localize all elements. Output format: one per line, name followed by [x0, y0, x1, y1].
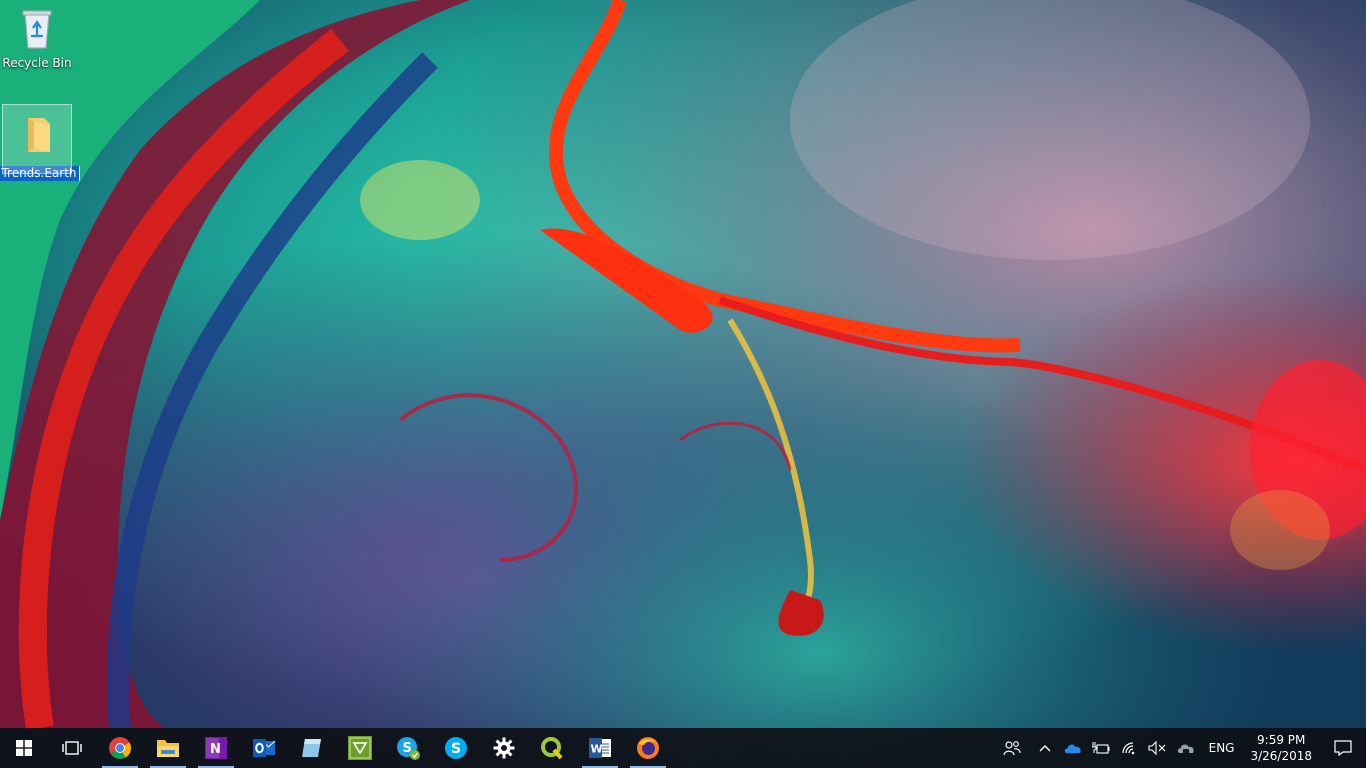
- wallpaper: [0, 0, 1366, 768]
- taskbar-skype[interactable]: S: [432, 728, 480, 768]
- outlook-icon: [253, 739, 276, 757]
- taskbar-osgeo[interactable]: [336, 728, 384, 768]
- taskbar-file-explorer[interactable]: [144, 728, 192, 768]
- onedrive-icon: [1064, 744, 1081, 753]
- notification-icon: [1334, 740, 1352, 756]
- desktop-icon-label: Recycle Bin: [2, 56, 72, 70]
- desktop-icon-recycle-bin[interactable]: Recycle Bin: [0, 4, 74, 70]
- taskbar-qgis[interactable]: [528, 728, 576, 768]
- taskbar-notepad[interactable]: [288, 728, 336, 768]
- people-icon: [1003, 741, 1021, 756]
- osgeo-icon: [348, 736, 372, 760]
- taskbar-skype-business[interactable]: S: [384, 728, 432, 768]
- input-language-indicator[interactable]: ENG: [1201, 728, 1243, 768]
- windows-logo-icon: [16, 740, 32, 756]
- selection-highlight: [2, 104, 72, 174]
- action-center-button[interactable]: [1320, 728, 1366, 768]
- battery-tray[interactable]: [1087, 728, 1115, 768]
- svg-text:S: S: [451, 741, 461, 757]
- task-view-button[interactable]: [48, 728, 96, 768]
- desktop[interactable]: Recycle Bin Trends.Earth N S S W ENG 9:5…: [0, 0, 1366, 768]
- volume-muted-icon: [1148, 741, 1166, 755]
- firefox-icon: [637, 737, 659, 759]
- wifi-tray[interactable]: [1115, 728, 1143, 768]
- clock-date: 3/26/2018: [1250, 749, 1312, 763]
- start-button[interactable]: [0, 728, 48, 768]
- taskbar-firefox[interactable]: [624, 728, 672, 768]
- svg-text:W: W: [591, 743, 603, 756]
- skype-business-icon: S: [397, 737, 420, 760]
- onedrive-tray[interactable]: [1059, 728, 1087, 768]
- notepad-icon: [302, 739, 321, 757]
- svg-text:N: N: [210, 742, 221, 757]
- taskbar-word[interactable]: W: [576, 728, 624, 768]
- recycle-bin-icon: [13, 4, 61, 52]
- taskbar-chrome[interactable]: [96, 728, 144, 768]
- show-hidden-icons-button[interactable]: [1031, 728, 1059, 768]
- clock[interactable]: 9:59 PM 3/26/2018: [1242, 728, 1320, 768]
- gear-icon: [493, 737, 515, 759]
- taskbar-outlook[interactable]: [240, 728, 288, 768]
- taskbar-settings[interactable]: [480, 728, 528, 768]
- file-explorer-icon: [157, 740, 179, 757]
- clock-time: 9:59 PM: [1257, 733, 1306, 747]
- chevron-up-icon: [1039, 745, 1051, 752]
- taskbar-onenote[interactable]: N: [192, 728, 240, 768]
- word-icon: W: [589, 738, 611, 758]
- wifi-icon: [1122, 742, 1134, 755]
- system-tray: ENG 9:59 PM 3/26/2018: [993, 728, 1366, 768]
- battery-plug-icon: [1091, 742, 1110, 754]
- cloud-icon: [1177, 744, 1194, 753]
- cloud-sync-tray[interactable]: [1171, 728, 1201, 768]
- chrome-icon: [109, 737, 131, 759]
- onenote-icon: N: [205, 737, 227, 759]
- skype-icon: S: [445, 737, 467, 759]
- qgis-icon: [541, 737, 563, 760]
- task-view-icon: [62, 741, 82, 755]
- desktop-icon-trends-earth-folder[interactable]: Trends.Earth: [0, 104, 80, 181]
- taskbar: N S S W ENG 9:59 PM 3/26/2018: [0, 728, 1366, 768]
- people-button[interactable]: [993, 728, 1031, 768]
- volume-tray[interactable]: [1143, 728, 1171, 768]
